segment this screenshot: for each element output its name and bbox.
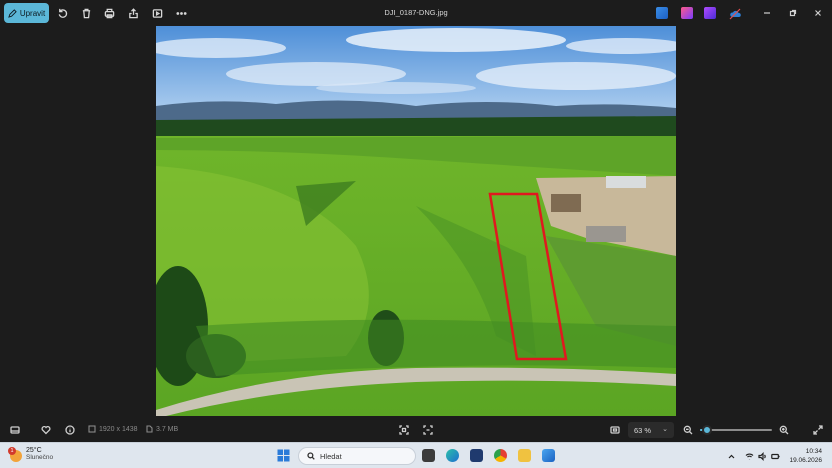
bottom-info-bar: 1920 x 1438 3.7 MB 63 % ⌄ bbox=[0, 418, 832, 442]
clock-date: 19.06.2026 bbox=[789, 457, 822, 464]
print-icon[interactable] bbox=[101, 5, 117, 21]
volume-icon[interactable] bbox=[757, 451, 767, 461]
onedrive-icon[interactable] bbox=[729, 7, 741, 20]
chevron-up-icon[interactable] bbox=[726, 451, 736, 461]
store-icon[interactable] bbox=[470, 449, 483, 462]
file-size: 3.7 MB bbox=[145, 425, 178, 433]
minimize-icon[interactable] bbox=[760, 6, 774, 20]
zoom-level-dropdown[interactable]: 63 % ⌄ bbox=[628, 422, 674, 438]
edit-icon bbox=[8, 8, 17, 18]
file-explorer-icon[interactable] bbox=[518, 449, 531, 462]
edit-button[interactable]: Upravit bbox=[4, 3, 49, 23]
photos-app-window: Upravit DJI_0187-DNG.jpg 1920 x 1438 3.7… bbox=[0, 0, 832, 442]
chrome-browser-icon[interactable] bbox=[494, 449, 507, 462]
edge-browser-icon[interactable] bbox=[446, 449, 459, 462]
dimensions-text: 1920 x 1438 bbox=[99, 425, 138, 433]
more-options-icon[interactable] bbox=[173, 5, 189, 21]
zoom-slider[interactable] bbox=[700, 425, 772, 435]
file-size-text: 3.7 MB bbox=[156, 425, 179, 433]
photos-app-icon[interactable] bbox=[542, 449, 555, 462]
edit-button-label: Upravit bbox=[19, 8, 46, 18]
info-icon[interactable] bbox=[63, 423, 77, 437]
dimensions-icon bbox=[88, 425, 96, 433]
zoom-out-icon[interactable] bbox=[681, 423, 695, 437]
photo-editor-app-icon[interactable] bbox=[656, 7, 668, 19]
clock-time: 10:34 bbox=[805, 448, 822, 455]
search-placeholder: Hledat bbox=[320, 451, 342, 461]
aerial-field-photo bbox=[156, 26, 676, 416]
delete-icon[interactable] bbox=[78, 5, 94, 21]
windows-start-icon[interactable] bbox=[277, 449, 290, 462]
favorite-heart-icon[interactable] bbox=[39, 423, 53, 437]
file-size-icon bbox=[146, 425, 153, 433]
share-icon[interactable] bbox=[125, 5, 141, 21]
taskbar-search-box[interactable]: Hledat bbox=[298, 447, 416, 465]
clipchamp-app-icon[interactable] bbox=[681, 7, 693, 19]
fullscreen-icon[interactable] bbox=[811, 423, 825, 437]
image-dimensions: 1920 x 1438 bbox=[88, 425, 138, 433]
search-icon bbox=[307, 452, 315, 460]
slideshow-icon[interactable] bbox=[149, 5, 165, 21]
photo-viewer-image[interactable] bbox=[156, 26, 676, 416]
restore-icon[interactable] bbox=[786, 6, 800, 20]
system-clock[interactable]: 10:34 19.06.2026 bbox=[789, 447, 822, 465]
weather-alert-badge: 1 bbox=[8, 447, 16, 455]
windows-taskbar: 1 25°C Slunečno Hledat 10:34 19.06.2026 bbox=[0, 442, 832, 468]
select-area-icon[interactable] bbox=[421, 423, 435, 437]
battery-icon[interactable] bbox=[770, 451, 780, 461]
filmstrip-icon[interactable] bbox=[8, 423, 22, 437]
designer-app-icon[interactable] bbox=[704, 7, 716, 19]
weather-widget[interactable]: 1 25°C Slunečno bbox=[8, 447, 54, 462]
chevron-down-icon: ⌄ bbox=[662, 426, 668, 433]
file-name: DJI_0187-DNG.jpg bbox=[384, 8, 448, 17]
rotate-icon[interactable] bbox=[54, 5, 70, 21]
close-icon[interactable] bbox=[811, 6, 825, 20]
zoom-level-value: 63 % bbox=[634, 425, 652, 435]
weather-condition: Slunečno bbox=[26, 454, 54, 461]
wifi-icon[interactable] bbox=[744, 451, 754, 461]
fit-to-window-icon[interactable] bbox=[397, 423, 411, 437]
weather-temperature: 25°C bbox=[26, 447, 42, 454]
top-toolbar: Upravit DJI_0187-DNG.jpg bbox=[0, 0, 832, 26]
task-view-icon[interactable] bbox=[422, 449, 435, 462]
sun-icon: 1 bbox=[8, 447, 22, 462]
zoom-in-icon[interactable] bbox=[777, 423, 791, 437]
zoom-slider-thumb[interactable] bbox=[702, 425, 713, 435]
actual-size-icon[interactable] bbox=[608, 423, 622, 437]
